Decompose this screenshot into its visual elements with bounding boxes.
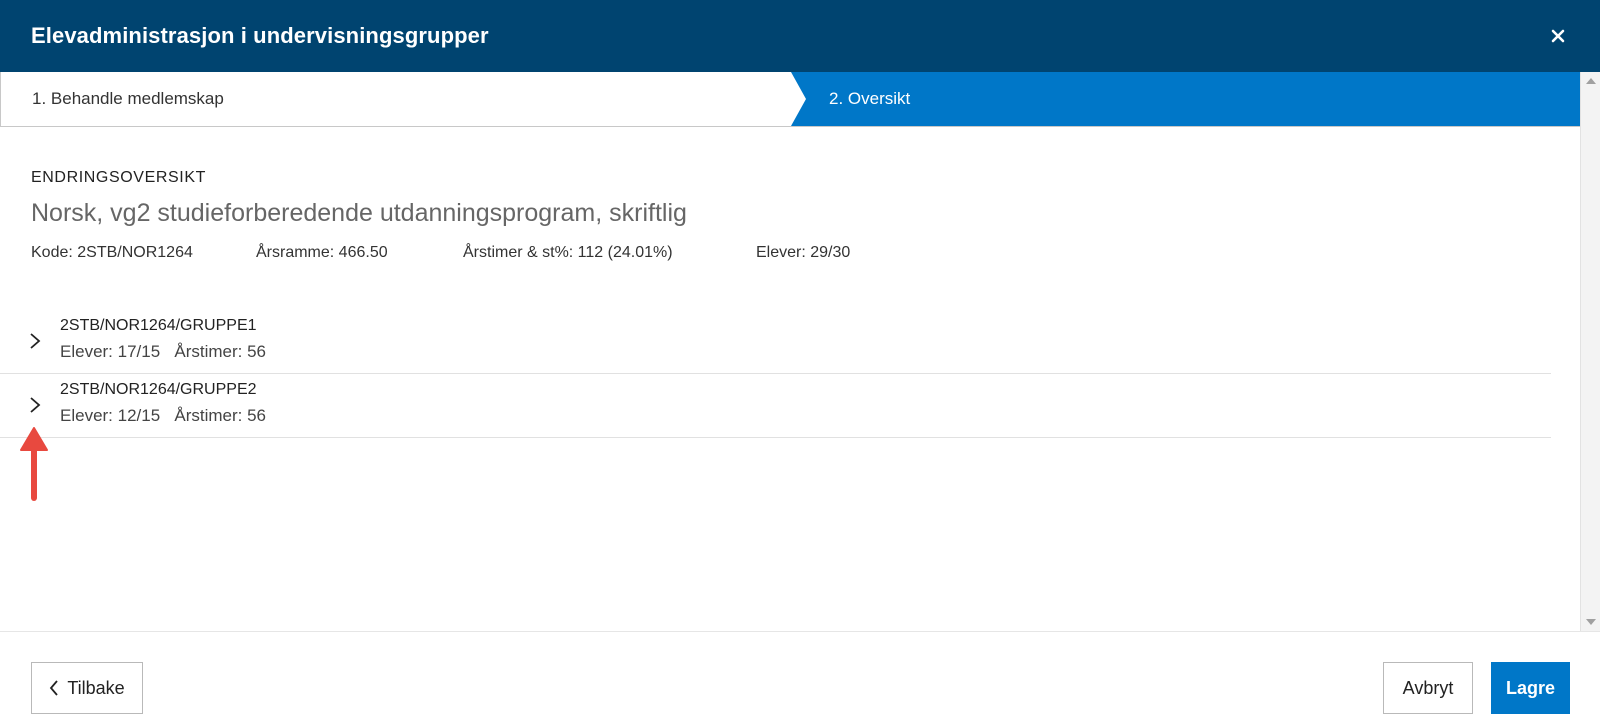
group-list: 2STB/NOR1264/GRUPPE1 Elever: 17/15 Årsti… (0, 310, 1551, 438)
group-arstimer: Årstimer: 56 (174, 342, 266, 361)
group-elever: Elever: 17/15 (60, 342, 161, 361)
group-row[interactable]: 2STB/NOR1264/GRUPPE2 Elever: 12/15 Årsti… (0, 374, 1551, 438)
back-label: Tilbake (67, 677, 125, 698)
chevron-right-icon[interactable] (28, 396, 42, 414)
step-indicator: 1. Behandle medlemskap 2. Oversikt (0, 72, 1581, 127)
group-elever: Elever: 12/15 (60, 406, 161, 425)
meta-arsramme: Årsramme: 466.50 (256, 244, 388, 261)
step-behandle-medlemskap[interactable]: 1. Behandle medlemskap (1, 72, 801, 126)
group-arstimer: Årstimer: 56 (174, 406, 266, 425)
step-label: 1. Behandle medlemskap (32, 89, 224, 108)
group-name: 2STB/NOR1264/GRUPPE1 (60, 317, 257, 334)
subject-title: Norsk, vg2 studieforberedende utdannings… (31, 199, 687, 227)
meta-kode: Kode: 2STB/NOR1264 (31, 244, 193, 261)
meta-elever: Elever: 29/30 (756, 244, 851, 261)
dialog-title: Elevadministrasjon i undervisningsgruppe… (31, 23, 489, 48)
save-button[interactable]: Lagre (1491, 662, 1570, 714)
dialog-footer: Tilbake Avbryt Lagre (0, 631, 1600, 726)
scrollbar[interactable] (1580, 72, 1600, 631)
back-button[interactable]: Tilbake (31, 662, 143, 714)
chevron-right-icon[interactable] (28, 332, 42, 350)
section-label: ENDRINGSOVERSIKT (31, 169, 206, 186)
dialog: Elevadministrasjon i undervisningsgruppe… (0, 0, 1600, 726)
chevron-left-icon (49, 680, 59, 696)
dialog-header: Elevadministrasjon i undervisningsgruppe… (0, 0, 1600, 72)
annotation-arrow-icon (20, 427, 48, 501)
close-icon (1551, 29, 1565, 43)
step-oversikt[interactable]: 2. Oversikt (791, 72, 1581, 126)
step-label: 2. Oversikt (829, 89, 911, 108)
cancel-button[interactable]: Avbryt (1383, 662, 1473, 714)
meta-arstimer: Årstimer & st%: 112 (24.01%) (463, 244, 673, 261)
subject-meta: Kode: 2STB/NOR1264 Årsramme: 466.50 Årst… (31, 244, 1031, 266)
group-name: 2STB/NOR1264/GRUPPE2 (60, 381, 257, 398)
group-row[interactable]: 2STB/NOR1264/GRUPPE1 Elever: 17/15 Årsti… (0, 310, 1551, 374)
scroll-up-arrow[interactable] (1586, 78, 1596, 84)
close-button[interactable] (1546, 24, 1570, 48)
group-meta: Elever: 12/15 Årstimer: 56 (60, 406, 266, 426)
scroll-down-arrow[interactable] (1586, 619, 1596, 625)
group-meta: Elever: 17/15 Årstimer: 56 (60, 342, 266, 362)
